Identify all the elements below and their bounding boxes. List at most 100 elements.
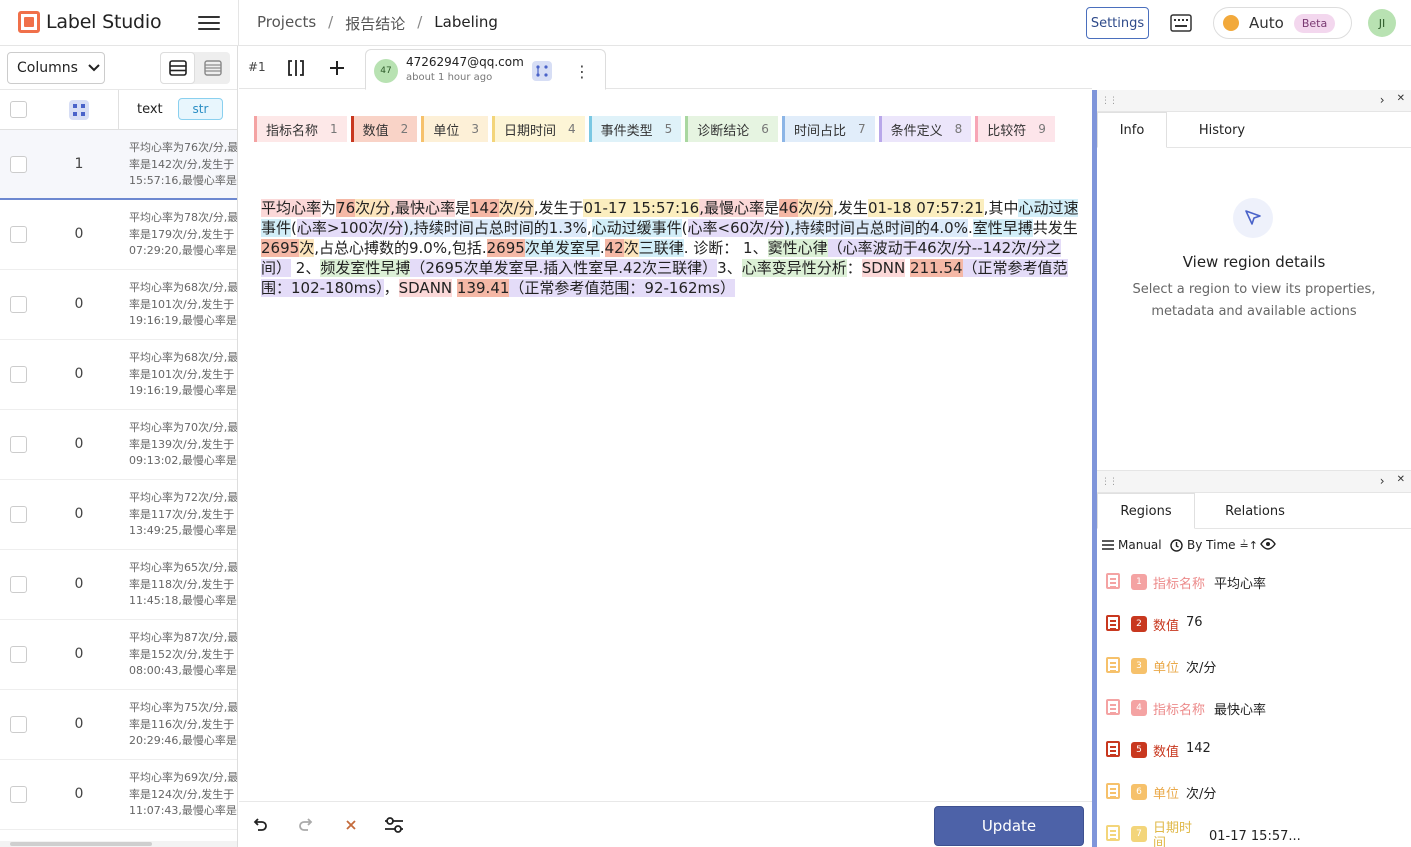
list-view-icon[interactable] [160, 52, 195, 84]
label-chip[interactable]: 日期时间 4 [491, 116, 585, 142]
table-row[interactable]: 0 平均心率为69次/分,最 率是124次/分,发生于 11:07:43,最慢心率是 [0, 760, 237, 830]
highlighted-region[interactable]: 46 [779, 199, 799, 217]
annotations-column-icon[interactable] [69, 100, 89, 120]
region-item[interactable]: 3 单位 次/分 [1097, 645, 1411, 687]
settings-sliders-icon[interactable] [383, 814, 405, 836]
label-chip[interactable]: 诊断结论 6 [685, 116, 778, 142]
update-button[interactable]: Update [934, 806, 1084, 846]
redo-icon[interactable] [295, 814, 317, 836]
region-item[interactable]: 7 日期时间 01-17 15:57... [1097, 813, 1411, 847]
highlighted-region[interactable]: 次 [299, 239, 315, 257]
table-row[interactable]: 0 平均心率为68次/分,最 率是101次/分,发生于 19:16:19,最慢心率是 [0, 340, 237, 410]
annotation-tab[interactable]: 47 47262947@qq.com about 1 hour ago ⋮ [365, 49, 606, 90]
drag-handle-icon[interactable]: ⋮⋮ [1101, 477, 1118, 487]
text-column-header[interactable]: text [137, 102, 163, 117]
highlighted-region[interactable]: 次/分 [798, 199, 834, 217]
row-checkbox[interactable] [10, 436, 27, 453]
grid-view-icon[interactable] [195, 52, 230, 84]
settings-button[interactable]: Settings [1086, 7, 1149, 39]
row-checkbox[interactable] [10, 156, 27, 173]
highlighted-region[interactable]: 01-18 07:57:21 [867, 199, 984, 217]
horizontal-scrollbar[interactable] [0, 841, 237, 847]
user-avatar[interactable]: JI [1368, 9, 1396, 37]
highlighted-region[interactable]: 心率<60次/分 [687, 219, 785, 237]
highlighted-region[interactable]: SDANN [398, 279, 453, 297]
auto-annotation-toggle[interactable]: Auto Beta [1213, 7, 1352, 39]
highlighted-region[interactable]: SDNN [861, 259, 906, 277]
close-icon[interactable]: ✕ [1397, 93, 1405, 107]
highlighted-region[interactable]: 次/分 [498, 199, 534, 217]
table-row[interactable]: 0 平均心率为78次/分,最 率是179次/分,发生于 07:29:20,最慢心率是 [0, 200, 237, 270]
collapse-icon[interactable]: › [1380, 93, 1385, 107]
label-chip[interactable]: 比较符 9 [975, 116, 1055, 142]
columns-dropdown[interactable]: Columns [7, 52, 105, 84]
row-checkbox[interactable] [10, 296, 27, 313]
add-annotation-icon[interactable] [325, 56, 349, 80]
table-row[interactable]: 1 平均心率为76次/分,最 率是142次/分,发生于 15:57:16,最慢心率是 [0, 130, 237, 200]
region-item[interactable]: 2 数值 76 [1097, 603, 1411, 645]
table-row[interactable]: 0 平均心率为72次/分,最 率是117次/分,发生于 13:49:25,最慢心率是 [0, 480, 237, 550]
row-checkbox[interactable] [10, 716, 27, 733]
undo-icon[interactable] [249, 814, 271, 836]
breadcrumb-project[interactable]: 报告结论 [345, 13, 405, 34]
region-item[interactable]: 1 指标名称 平均心率 [1097, 561, 1411, 603]
label-chip[interactable]: 条件定义 8 [878, 116, 972, 142]
highlighted-region[interactable]: （正常参考值范围：92-162ms） [509, 279, 735, 297]
highlighted-region[interactable]: 心率变异性分析 [741, 259, 847, 277]
label-chip[interactable]: 事件类型 5 [588, 116, 682, 142]
table-row[interactable]: 0 平均心率为70次/分,最 率是139次/分,发生于 09:13:02,最慢心率是 [0, 410, 237, 480]
row-checkbox[interactable] [10, 576, 27, 593]
sort-direction-icon[interactable]: ≟↑ [1240, 539, 1258, 552]
label-chip[interactable]: 数值 2 [350, 116, 418, 142]
highlighted-region[interactable]: （2695次单发室早.插入性室早.42次三联律） [410, 259, 718, 277]
highlighted-region[interactable]: 次 [623, 239, 639, 257]
sort-by-time[interactable]: By Time ≟↑ [1170, 538, 1258, 552]
highlighted-region[interactable]: 窦性心律 [767, 239, 828, 257]
highlighted-region[interactable]: 2695 [486, 239, 525, 257]
highlighted-region[interactable]: ),持续时间占总时间的1.3% [403, 219, 587, 237]
highlighted-region[interactable]: 平均心率 [261, 199, 322, 217]
highlighted-region[interactable]: 次单发室早 [524, 239, 600, 257]
row-checkbox[interactable] [10, 366, 27, 383]
table-row[interactable]: 0 平均心率为65次/分,最 率是118次/分,发生于 11:45:18,最慢心率是 [0, 550, 237, 620]
highlighted-region[interactable]: 室性早搏 [972, 219, 1033, 237]
collapse-icon[interactable]: › [1380, 474, 1385, 488]
region-item[interactable]: 6 单位 次/分 [1097, 771, 1411, 813]
highlighted-region[interactable]: ,最快心率 [390, 199, 455, 217]
close-icon[interactable]: ✕ [1397, 474, 1405, 488]
compare-icon[interactable] [284, 56, 308, 80]
highlighted-region[interactable]: 频发室性早搏 [320, 259, 411, 277]
app-logo[interactable]: Label Studio [18, 11, 162, 33]
annotation-type-icon[interactable] [532, 61, 552, 81]
highlighted-region[interactable]: 三联律 [638, 239, 684, 257]
region-item[interactable]: 4 指标名称 最快心率 [1097, 687, 1411, 729]
highlighted-region[interactable]: 2695 [261, 239, 300, 257]
label-chip[interactable]: 单位 3 [421, 116, 488, 142]
more-options-icon[interactable]: ⋮ [572, 60, 592, 82]
breadcrumb-projects[interactable]: Projects [257, 13, 316, 34]
table-row[interactable]: 0 平均心率为75次/分,最 率是116次/分,发生于 20:29:46,最慢心率是 [0, 690, 237, 760]
table-row[interactable]: 0 平均心率为68次/分,最 率是101次/分,发生于 19:16:19,最慢心率是 [0, 270, 237, 340]
highlighted-region[interactable]: 42 [604, 239, 624, 257]
row-checkbox[interactable] [10, 226, 27, 243]
select-all-checkbox[interactable] [10, 101, 27, 118]
highlighted-region[interactable]: 76 [336, 199, 356, 217]
tab-history[interactable]: History [1167, 112, 1277, 148]
label-chip[interactable]: 指标名称 1 [254, 116, 347, 142]
highlighted-region[interactable]: 211.54 [910, 259, 963, 277]
document-text[interactable]: 平均心率为76次/分,最快心率是142次/分,发生于01-17 15:57:16… [261, 198, 1081, 298]
table-row[interactable]: 0 平均心率为87次/分,最 率是152次/分,发生于 08:00:43,最慢心率是 [0, 620, 237, 690]
highlighted-region[interactable]: 01-17 15:57:16 [583, 199, 700, 217]
row-checkbox[interactable] [10, 646, 27, 663]
highlighted-region[interactable]: ,最慢心率 [699, 199, 764, 217]
reset-icon[interactable] [340, 814, 362, 836]
label-chip[interactable]: 时间占比 7 [781, 116, 875, 142]
manual-grouping[interactable]: Manual [1102, 538, 1162, 552]
region-item[interactable]: 5 数值 142 [1097, 729, 1411, 771]
tab-relations[interactable]: Relations [1195, 493, 1315, 529]
highlighted-region[interactable]: 139.41 [456, 279, 510, 297]
highlighted-region[interactable]: 心动过缓事件 [591, 219, 682, 237]
tab-info[interactable]: Info [1097, 112, 1167, 148]
row-checkbox[interactable] [10, 786, 27, 803]
highlighted-region[interactable]: 142 [469, 199, 499, 217]
